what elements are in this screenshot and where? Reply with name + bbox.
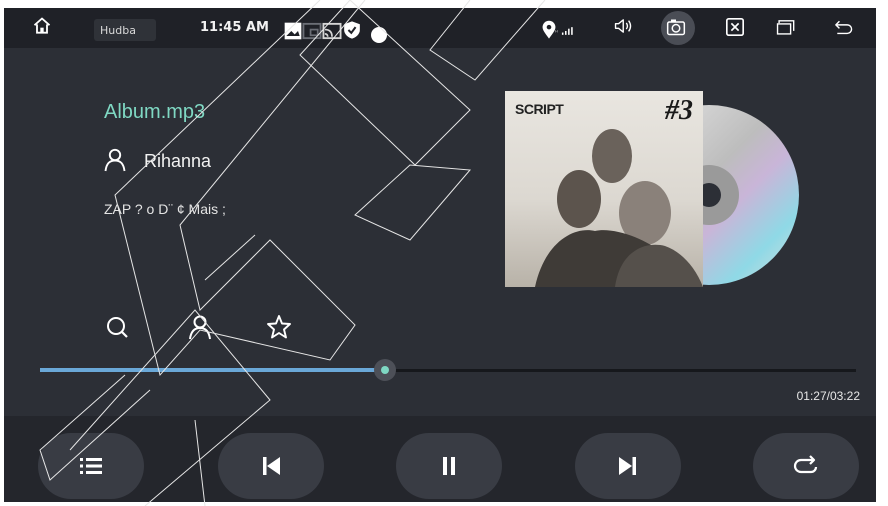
volume-icon[interactable] <box>614 16 640 40</box>
search-icon[interactable] <box>104 314 130 340</box>
favorite-icon[interactable] <box>266 314 292 340</box>
album-cover: SCRIPT #3 <box>505 91 703 287</box>
progress-fill <box>40 368 385 372</box>
home-icon[interactable] <box>32 16 56 40</box>
next-icon <box>619 457 636 475</box>
windows-icon[interactable] <box>776 17 802 39</box>
artist-name: Rihanna <box>144 151 212 171</box>
track-filename: Album.mp3 <box>104 101 206 123</box>
back-icon[interactable] <box>833 17 861 39</box>
artist-icon <box>104 148 126 172</box>
previous-icon <box>263 457 280 475</box>
progress-handle[interactable] <box>374 359 396 381</box>
status-bar: Hudba 11:45 AM H <box>4 8 876 48</box>
playlist-icon <box>80 458 102 474</box>
band-photo <box>535 129 703 287</box>
repeat-button[interactable] <box>753 433 859 499</box>
progress-handle-dot <box>381 366 389 374</box>
app-label: Hudba <box>94 19 156 41</box>
pause-icon <box>443 457 455 475</box>
svg-text:H: H <box>555 29 558 34</box>
close-box-icon[interactable] <box>725 17 747 39</box>
location-icon <box>539 20 556 39</box>
notification-dot-icon <box>369 25 387 43</box>
album-name: ZAP ? o D¨ ¢ Mais ; <box>104 201 226 217</box>
clock: 11:45 AM <box>200 20 269 35</box>
artist-filter-icon[interactable] <box>187 314 213 340</box>
repeat-icon <box>793 455 818 474</box>
cast-icon <box>302 21 322 40</box>
previous-button[interactable] <box>218 433 324 499</box>
pause-button[interactable] <box>396 433 502 499</box>
player-screen: Hudba 11:45 AM H Album.mp3 Rihanna ZAP ?… <box>4 8 876 502</box>
camera-icon[interactable] <box>666 17 690 39</box>
playlist-button[interactable] <box>38 433 144 499</box>
screen-mirror-icon <box>322 21 342 40</box>
next-button[interactable] <box>575 433 681 499</box>
signal-icon: H <box>555 21 581 35</box>
image-icon <box>283 21 302 40</box>
elapsed-time: 01:27/03:22 <box>796 389 860 403</box>
shield-icon <box>342 20 360 39</box>
